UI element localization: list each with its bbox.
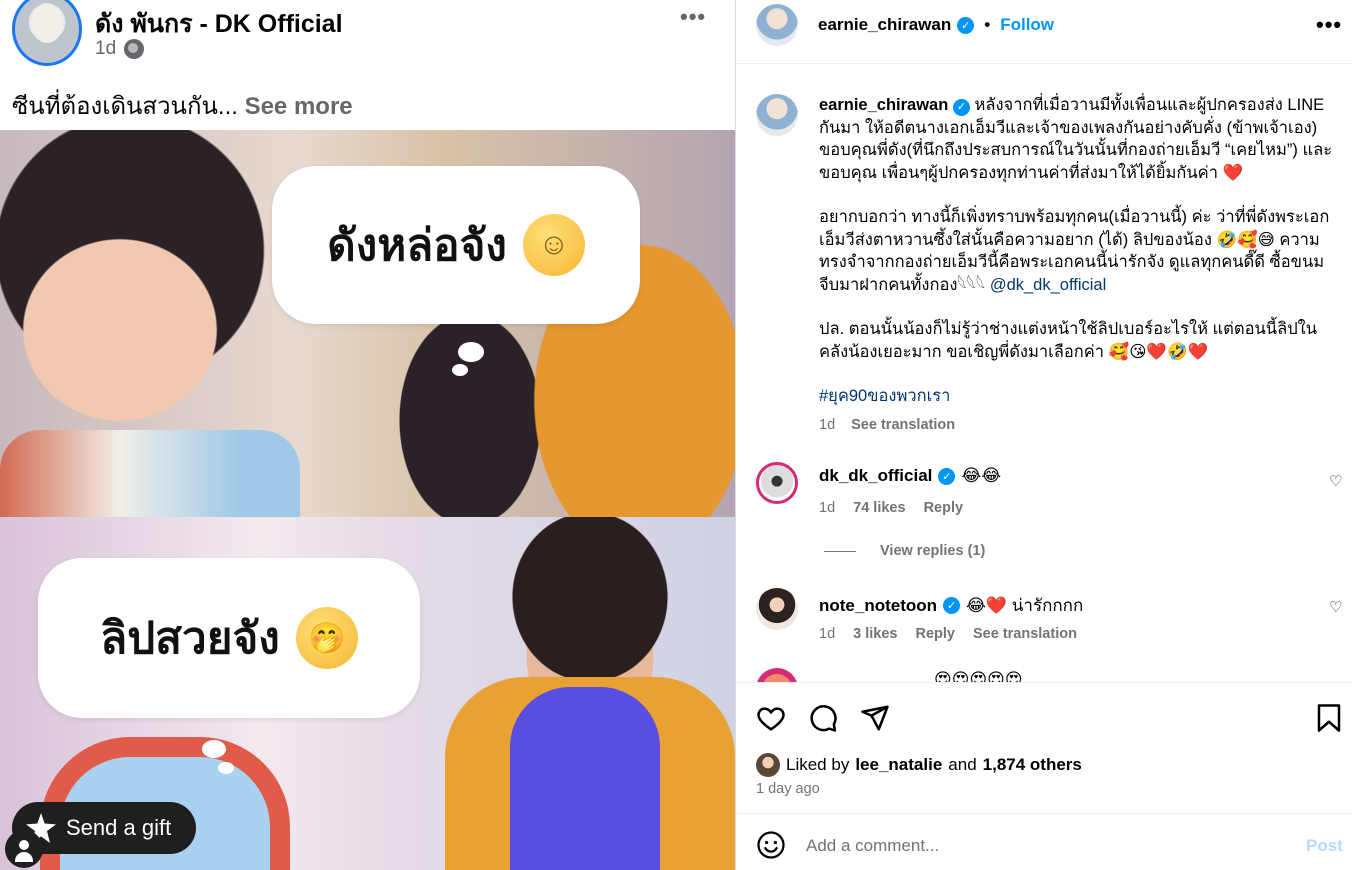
save-bookmark-icon[interactable] — [1316, 703, 1342, 733]
send-gift-label: Send a gift — [66, 815, 172, 840]
verified-badge-icon: ✓ — [957, 16, 975, 34]
more-options-icon[interactable]: ••• — [680, 4, 706, 30]
verified-badge-icon: ✓ — [943, 597, 961, 614]
comment-bubble-icon[interactable] — [808, 703, 838, 733]
comment-likes[interactable]: 3 likes — [853, 626, 897, 642]
post-comment-button[interactable]: Post — [1306, 836, 1343, 856]
see-translation-button[interactable]: See translation — [973, 626, 1077, 642]
see-more-link[interactable]: See more — [245, 93, 353, 120]
likes-count[interactable]: 1,874 others — [983, 755, 1082, 775]
thought-dot — [218, 762, 234, 774]
speech-bubble-top-text: ดังหล่อจัง — [327, 221, 507, 270]
heart-emoji: ❤️ — [1222, 163, 1244, 182]
fb-post-time[interactable]: 1d — [95, 38, 116, 60]
user-profile-icon[interactable] — [5, 830, 43, 868]
see-translation-button[interactable]: See translation — [851, 417, 955, 433]
caption-paragraph-3: ปล. ตอนนั้นน้องก็ไม่รู้ว่าช่างแต่งหน้าใช… — [819, 320, 1317, 361]
add-comment-input[interactable]: Add a comment... — [806, 836, 939, 856]
comment-time[interactable]: 1d — [819, 500, 835, 516]
ig-author-avatar[interactable] — [756, 4, 798, 46]
caption-text: earnie_chirawan ✓ หลังจากที่เมื่อวานมีทั… — [819, 94, 1339, 430]
thought-dot — [202, 740, 226, 758]
more-options-icon[interactable]: ••• — [1316, 12, 1342, 38]
meme-figure-girl — [0, 430, 300, 517]
liker-username[interactable]: lee_natalie — [855, 755, 942, 775]
ig-author-name[interactable]: earnie_chirawan — [818, 15, 951, 35]
reply-button[interactable]: Reply — [924, 500, 964, 516]
hashtag-link[interactable]: #ยุค90ของพวกเรา — [819, 387, 950, 405]
fb-caption-text: ซีนที่ต้องเดินสวนกัน... — [12, 93, 238, 120]
liker-avatar[interactable] — [756, 753, 780, 777]
hand-over-mouth-emoji-icon: 🤭 — [295, 607, 358, 669]
globe-icon — [124, 39, 145, 59]
verified-badge-icon: ✓ — [938, 467, 956, 485]
verified-badge-icon: ✓ — [952, 98, 970, 116]
comment-text: 😂❤️ น่ารักกกก — [966, 596, 1084, 615]
commenter-avatar[interactable] — [756, 668, 798, 682]
ig-actions-section: Liked by lee_natalie and 1,874 others 1 … — [736, 682, 1352, 870]
liked-by-row: Liked by lee_natalie and 1,874 others — [756, 753, 1082, 777]
follow-button[interactable]: Follow — [1000, 15, 1054, 35]
smiling-emoji-icon: ☺ — [522, 214, 585, 276]
meme-image[interactable]: ดังหล่อจัง ☺ ลิปสวยจัง 🤭 — [0, 130, 735, 870]
comment-meta: 1d 74 likes Reply — [819, 500, 963, 516]
fb-post-meta: 1d — [95, 38, 145, 60]
caption-time[interactable]: 1d — [819, 417, 835, 433]
like-heart-icon[interactable] — [756, 703, 786, 733]
mention-link[interactable]: @dk_dk_official — [990, 276, 1106, 294]
commenter-avatar[interactable] — [756, 462, 798, 504]
ig-post-header: earnie_chirawan ✓ • Follow ••• — [736, 0, 1352, 64]
like-comment-heart-icon[interactable]: ♡ — [1329, 598, 1342, 616]
liked-by-prefix: Liked by — [786, 755, 850, 774]
liked-by-and: and — [948, 755, 977, 774]
caption-meta: 1d See translation — [819, 417, 955, 433]
thought-dot — [452, 364, 468, 376]
comment-text: 😍😍😍😍😍 — [934, 670, 1023, 682]
meme-figure-boy — [510, 687, 660, 870]
comment-time[interactable]: 1d — [819, 626, 835, 642]
fb-post-header: ดัง พันกร - DK Official 1d ••• ซีนที่ต้อ… — [0, 0, 735, 130]
comment-item-partial: 😍😍😍😍😍 — [756, 668, 1346, 682]
speech-bubble-top: ดังหล่อจัง ☺ — [272, 166, 640, 324]
caption-author-avatar[interactable] — [756, 94, 798, 136]
thought-dot — [458, 342, 484, 362]
fb-author-avatar[interactable] — [12, 0, 82, 66]
commenter-username[interactable]: dk_dk_official — [819, 466, 932, 486]
emoji-picker-icon[interactable] — [756, 830, 786, 860]
view-replies-label: View replies (1) — [880, 543, 986, 559]
action-icons-row — [756, 703, 890, 733]
separator-dot: • — [984, 15, 991, 34]
commenter-avatar[interactable] — [756, 588, 798, 630]
comment-text: 😂😂 — [961, 466, 1002, 485]
like-comment-heart-icon[interactable]: ♡ — [1329, 472, 1342, 490]
caption-username[interactable]: earnie_chirawan — [819, 96, 948, 114]
instagram-post-panel: earnie_chirawan ✓ • Follow ••• earnie_ch… — [735, 0, 1352, 870]
share-paper-plane-icon[interactable] — [860, 703, 890, 733]
speech-bubble-bottom: ลิปสวยจัง 🤭 — [38, 558, 420, 718]
fb-caption: ซีนที่ต้องเดินสวนกัน... See more — [12, 86, 353, 125]
facebook-post: ดัง พันกร - DK Official 1d ••• ซีนที่ต้อ… — [0, 0, 735, 870]
comment-body: note_notetoon ✓ 😂❤️ น่ารักกกก — [819, 592, 1083, 619]
comment-likes[interactable]: 74 likes — [853, 500, 905, 516]
post-date[interactable]: 1 day ago — [756, 781, 820, 797]
replies-divider-line — [824, 550, 856, 552]
ig-author-row: earnie_chirawan ✓ • Follow — [818, 15, 1054, 35]
commenter-username[interactable]: note_notetoon — [819, 596, 937, 616]
comment-body: dk_dk_official ✓ 😂😂 — [819, 466, 1001, 486]
speech-bubble-bottom-text: ลิปสวยจัง — [100, 614, 280, 663]
comment-meta: 1d 3 likes Reply See translation — [819, 626, 1077, 642]
view-replies-button[interactable]: View replies (1) — [824, 543, 985, 559]
add-comment-bar: Add a comment... Post — [736, 813, 1352, 870]
reply-button[interactable]: Reply — [915, 626, 955, 642]
